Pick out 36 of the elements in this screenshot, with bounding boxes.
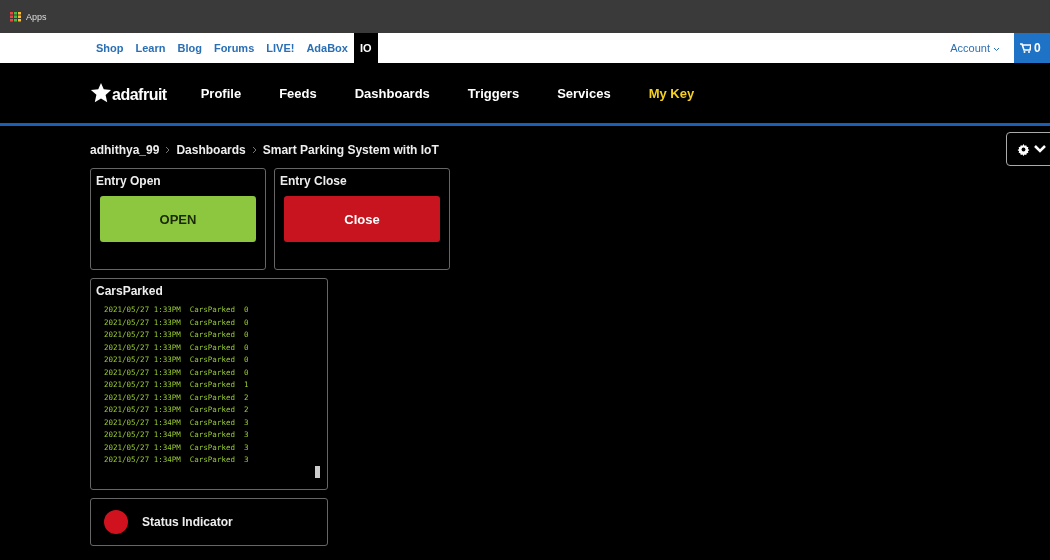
block-title: Entry Close: [280, 174, 348, 188]
top-link[interactable]: Shop: [90, 33, 130, 63]
toggle-button[interactable]: OPEN: [100, 196, 256, 242]
chevron-down-icon: [1033, 144, 1047, 154]
star-logo-icon[interactable]: [90, 82, 112, 104]
breadcrumb[interactable]: adhithya_99: [90, 143, 160, 157]
nav-link[interactable]: Feeds: [279, 85, 317, 101]
cart-icon: [1020, 43, 1031, 53]
breadcrumb[interactable]: Dashboards: [176, 143, 246, 157]
apps-label[interactable]: Apps: [26, 11, 47, 22]
top-link[interactable]: Blog: [171, 33, 208, 63]
logo-text[interactable]: adafruit: [112, 86, 167, 104]
account-menu[interactable]: Account: [950, 42, 1000, 54]
scrollbar-thumb[interactable]: [315, 466, 320, 478]
nav-link[interactable]: Dashboards: [354, 85, 430, 101]
nav-link[interactable]: Services: [557, 85, 611, 101]
settings-icon: [1017, 142, 1030, 156]
chevron-right-icon: [251, 146, 257, 154]
breadcrumb[interactable]: Smart Parking System with IoT: [262, 143, 439, 157]
chevron-right-icon: [165, 146, 171, 154]
block-title: Entry Open: [96, 174, 162, 188]
toggle-button[interactable]: Close: [284, 196, 440, 242]
nav-link[interactable]: Triggers: [467, 85, 520, 101]
top-link[interactable]: Forums: [207, 33, 261, 63]
nav-link[interactable]: My Key: [648, 85, 695, 101]
block-title: CarsParked: [96, 284, 164, 298]
cart-button[interactable]: 0: [1014, 33, 1050, 63]
chevron-down-icon: [993, 47, 1000, 52]
apps-grid-icon[interactable]: [10, 11, 22, 22]
top-link[interactable]: IO: [353, 33, 378, 63]
nav-link[interactable]: Profile: [200, 85, 242, 101]
top-link[interactable]: Learn: [129, 33, 172, 63]
indicator-label: Status Indicator: [142, 515, 233, 529]
top-link[interactable]: AdaBox: [300, 33, 354, 63]
top-link[interactable]: LIVE!: [260, 33, 301, 63]
settings-dropdown-button[interactable]: [1006, 132, 1050, 166]
